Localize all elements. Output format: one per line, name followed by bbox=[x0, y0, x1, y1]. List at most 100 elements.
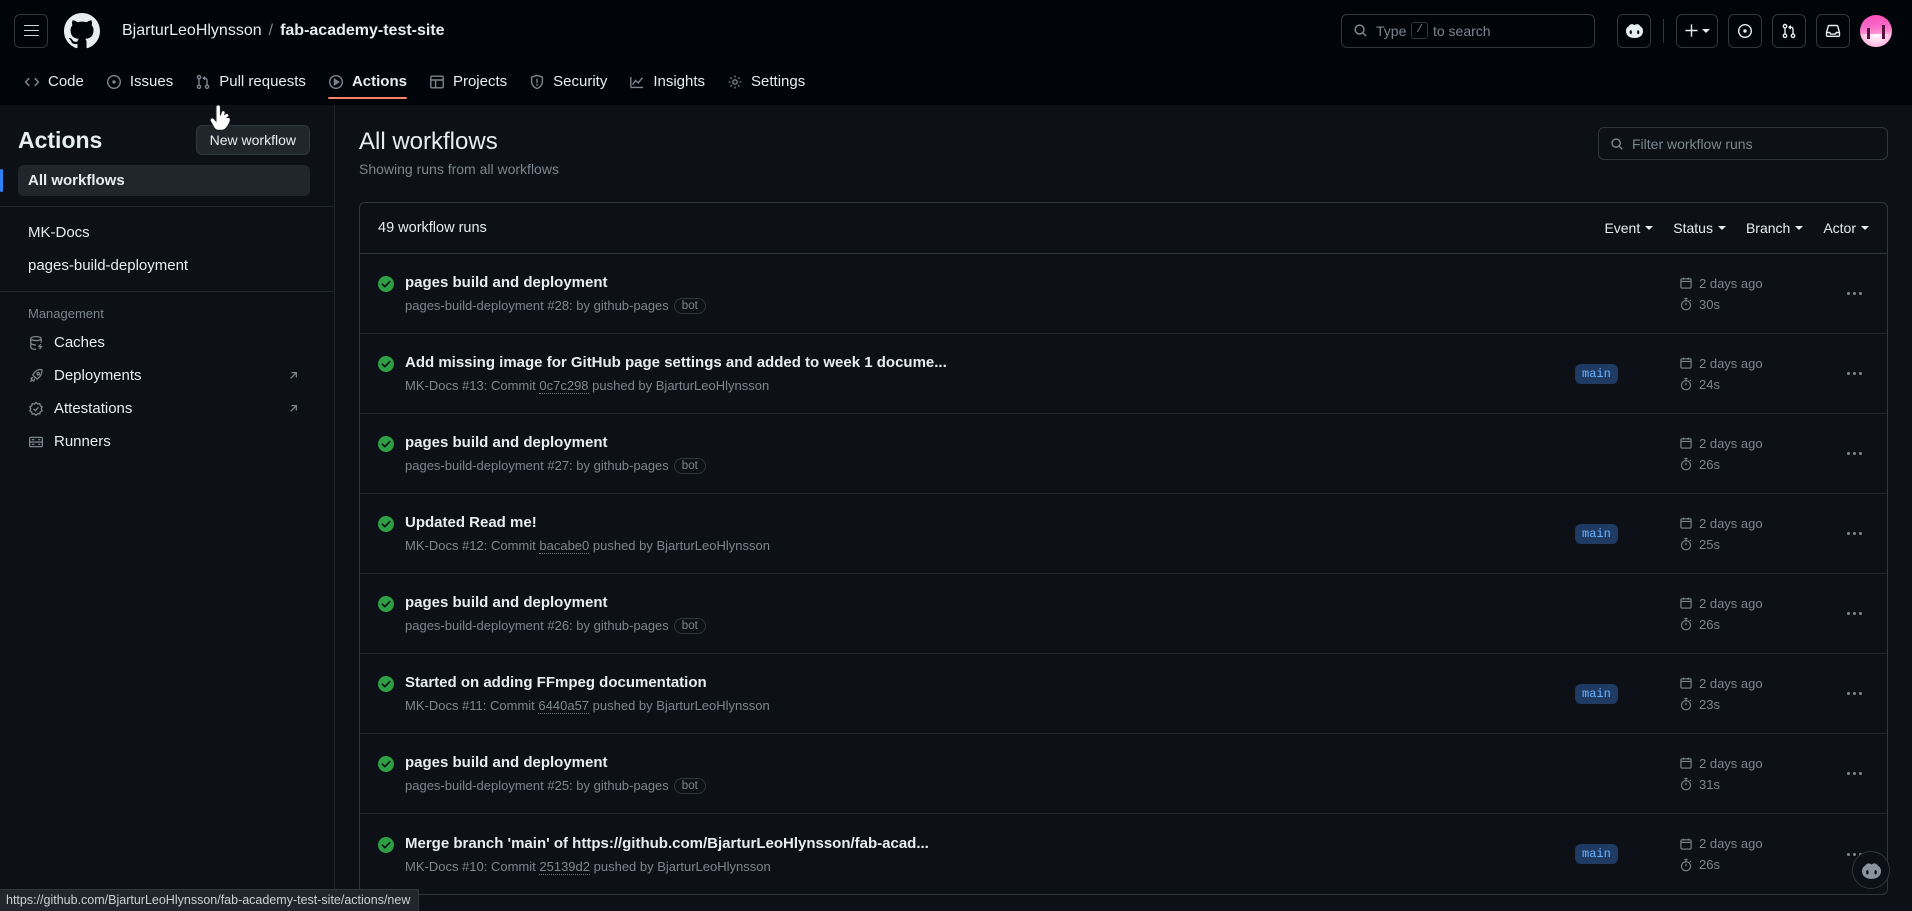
sidebar-item-deployments[interactable]: Deployments bbox=[18, 360, 310, 391]
run-duration: 25s bbox=[1679, 537, 1829, 552]
plus-icon bbox=[1685, 24, 1698, 37]
run-duration: 23s bbox=[1679, 697, 1829, 712]
sidebar-item-label: All workflows bbox=[28, 172, 125, 189]
sidebar-item-caches[interactable]: Caches bbox=[18, 327, 310, 358]
sidebar-item-all-workflows[interactable]: All workflows bbox=[0, 165, 310, 196]
tab-settings-label: Settings bbox=[751, 73, 806, 90]
success-check-icon bbox=[378, 275, 394, 314]
tab-pull-requests-label: Pull requests bbox=[219, 73, 306, 90]
tab-settings[interactable]: Settings bbox=[717, 61, 815, 97]
tab-insights-label: Insights bbox=[653, 73, 706, 90]
run-commit-link[interactable]: 25139d2 bbox=[539, 858, 590, 875]
run-right: 2 days ago 26s bbox=[1679, 436, 1869, 472]
sidebar-item-mk-docs[interactable]: MK-Docs bbox=[18, 217, 310, 248]
run-title-link[interactable]: pages build and deployment bbox=[405, 274, 706, 291]
run-title-link[interactable]: Merge branch 'main' of https://github.co… bbox=[405, 835, 929, 852]
pull-requests-icon[interactable] bbox=[1772, 13, 1806, 48]
run-right: 2 days ago 31s bbox=[1679, 756, 1869, 792]
avatar[interactable] bbox=[1860, 14, 1892, 47]
run-duration: 26s bbox=[1679, 857, 1829, 872]
sidebar-item-label: Runners bbox=[54, 433, 111, 450]
run-times: 2 days ago 31s bbox=[1679, 756, 1829, 792]
run-more-options-button[interactable] bbox=[1839, 679, 1869, 709]
issue-opened-icon bbox=[106, 74, 121, 89]
table-row[interactable]: pages build and deployment pages-build-de… bbox=[360, 254, 1887, 334]
tab-code-label: Code bbox=[48, 73, 84, 90]
page-subtitle: Showing runs from all workflows bbox=[359, 161, 559, 177]
run-duration-text: 25s bbox=[1699, 536, 1720, 552]
filter-event-dropdown[interactable]: Event bbox=[1604, 220, 1654, 236]
table-row[interactable]: pages build and deployment pages-build-de… bbox=[360, 574, 1887, 654]
tab-projects[interactable]: Projects bbox=[419, 61, 517, 97]
server-icon bbox=[28, 436, 44, 447]
tab-actions-label: Actions bbox=[351, 73, 407, 90]
branch-badge[interactable]: main bbox=[1575, 844, 1618, 864]
table-row[interactable]: Updated Read me! MK-Docs #12: Commit baca… bbox=[360, 494, 1887, 574]
run-title-link[interactable]: Updated Read me! bbox=[405, 514, 770, 531]
run-title-link[interactable]: Add missing image for GitHub page settin… bbox=[405, 354, 947, 371]
new-workflow-button[interactable]: New workflow bbox=[195, 125, 310, 155]
branch-badge[interactable]: main bbox=[1575, 683, 1618, 704]
table-row[interactable]: Started on adding FFmpeg documentation MK… bbox=[360, 654, 1887, 734]
table-row[interactable]: pages build and deployment pages-build-de… bbox=[360, 414, 1887, 494]
run-commit-link[interactable]: bacabe0 bbox=[539, 538, 590, 554]
external-link-icon bbox=[287, 369, 300, 382]
run-title-link[interactable]: pages build and deployment bbox=[405, 434, 706, 451]
run-title-link[interactable]: pages build and deployment bbox=[405, 754, 706, 771]
success-check-icon bbox=[378, 516, 394, 553]
run-more-options-button[interactable] bbox=[1839, 759, 1869, 789]
menu-icon[interactable] bbox=[14, 13, 48, 48]
code-icon bbox=[24, 77, 40, 86]
github-logo[interactable] bbox=[64, 12, 100, 49]
issues-icon[interactable] bbox=[1728, 13, 1762, 48]
success-check-icon bbox=[378, 676, 394, 713]
run-times: 2 days ago 24s bbox=[1679, 356, 1829, 392]
search-input[interactable]: Type / to search bbox=[1341, 13, 1595, 48]
breadcrumb-owner[interactable]: BjarturLeoHlynsson bbox=[122, 22, 262, 40]
tab-issues[interactable]: Issues bbox=[96, 61, 183, 97]
success-check-icon bbox=[378, 435, 394, 474]
run-left: pages build and deployment pages-build-de… bbox=[378, 594, 1559, 634]
tab-insights[interactable]: Insights bbox=[619, 61, 715, 97]
filter-branch-dropdown[interactable]: Branch bbox=[1746, 220, 1804, 236]
main-content: All workflows Showing runs from all work… bbox=[335, 105, 1912, 911]
run-title-link[interactable]: Started on adding FFmpeg documentation bbox=[405, 674, 770, 691]
run-more-options-button[interactable] bbox=[1839, 599, 1869, 629]
filter-workflow-runs-input[interactable]: Filter workflow runs bbox=[1598, 127, 1888, 160]
sidebar-item-pages-build-deployment[interactable]: pages-build-deployment bbox=[18, 250, 310, 281]
branch-badge[interactable]: main bbox=[1575, 523, 1618, 544]
run-more-options-button[interactable] bbox=[1839, 519, 1869, 549]
play-icon bbox=[328, 74, 343, 89]
copilot-icon[interactable] bbox=[1617, 13, 1651, 48]
run-more-options-button[interactable] bbox=[1839, 439, 1869, 469]
stopwatch-icon bbox=[1680, 858, 1692, 871]
run-title-link[interactable]: pages build and deployment bbox=[405, 594, 706, 611]
filter-status-dropdown[interactable]: Status bbox=[1673, 220, 1726, 236]
run-meta: MK-Docs #11: Commit 6440a57 pushed by Bj… bbox=[405, 698, 770, 714]
page-body: Actions New workflow All workflows MK-Do… bbox=[0, 105, 1912, 911]
filter-actor-dropdown[interactable]: Actor bbox=[1823, 220, 1869, 236]
tab-security[interactable]: Security bbox=[519, 61, 617, 97]
run-commit-link[interactable]: 0c7c298 bbox=[539, 378, 589, 394]
chevron-down-icon bbox=[1645, 226, 1654, 230]
run-times: 2 days ago 30s bbox=[1679, 276, 1829, 312]
branch-badge[interactable]: main bbox=[1575, 363, 1618, 384]
run-age: 2 days ago bbox=[1679, 516, 1829, 531]
inbox-icon[interactable] bbox=[1816, 13, 1850, 48]
tab-actions[interactable]: Actions bbox=[318, 61, 417, 99]
table-row[interactable]: Add missing image for GitHub page settin… bbox=[360, 334, 1887, 414]
calendar-icon bbox=[1680, 677, 1692, 689]
tab-code[interactable]: Code bbox=[14, 61, 94, 97]
breadcrumb-repo[interactable]: fab-academy-test-site bbox=[280, 22, 445, 40]
sidebar-item-attestations[interactable]: Attestations bbox=[18, 393, 310, 424]
table-row[interactable]: pages build and deployment pages-build-de… bbox=[360, 734, 1887, 814]
run-duration-text: 23s bbox=[1699, 696, 1720, 712]
create-new-button[interactable] bbox=[1676, 13, 1718, 48]
sidebar-item-runners[interactable]: Runners bbox=[18, 426, 310, 457]
table-row[interactable]: Merge branch 'main' of https://github.co… bbox=[360, 814, 1887, 894]
run-more-options-button[interactable] bbox=[1839, 359, 1869, 389]
run-more-options-button[interactable] bbox=[1839, 279, 1869, 309]
run-commit-link[interactable]: 6440a57 bbox=[538, 698, 590, 714]
tab-pull-requests[interactable]: Pull requests bbox=[185, 61, 316, 97]
copilot-fab-button[interactable] bbox=[1852, 851, 1890, 889]
